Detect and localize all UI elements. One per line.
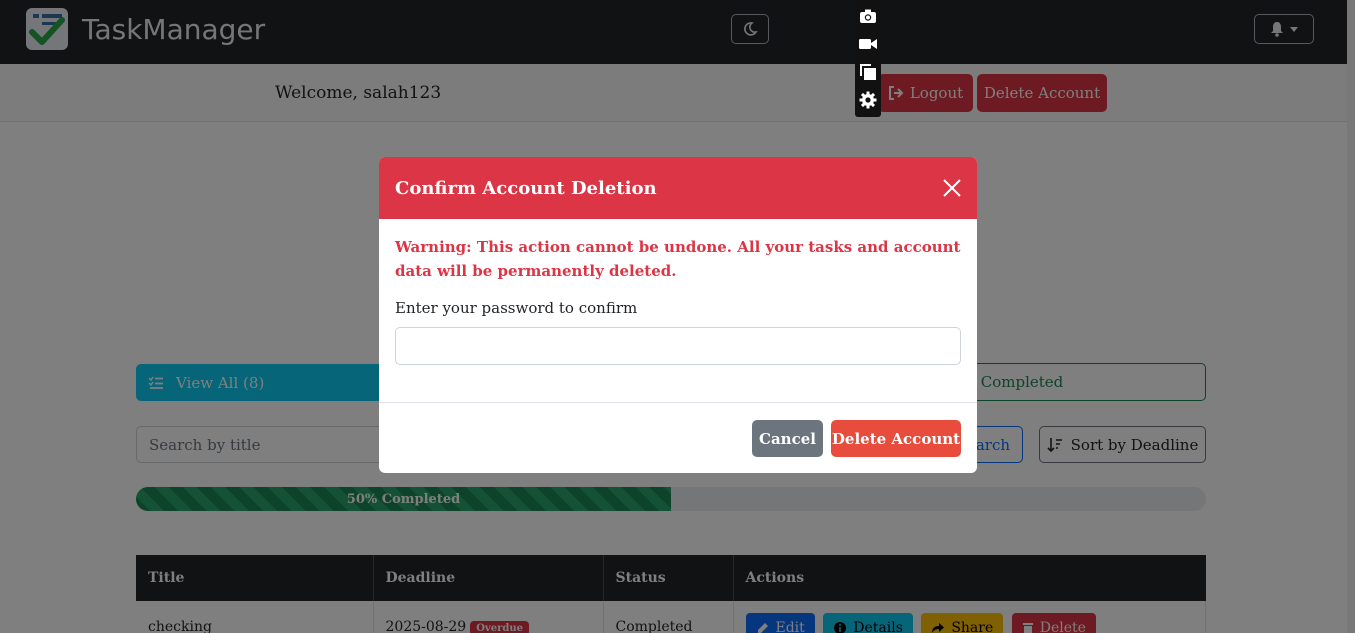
camera-icon[interactable] <box>858 6 878 26</box>
confirm-delete-modal: Confirm Account Deletion Warning: This a… <box>379 157 977 473</box>
copy-icon[interactable] <box>858 62 878 82</box>
video-icon[interactable] <box>858 34 878 54</box>
capture-toolbar <box>855 0 881 117</box>
warning-text: Warning: This action cannot be undone. A… <box>395 238 961 280</box>
confirm-delete-button[interactable]: Delete Account <box>831 420 961 457</box>
cancel-button[interactable]: Cancel <box>752 420 823 457</box>
close-icon[interactable] <box>941 177 963 199</box>
gear-icon[interactable] <box>858 90 878 110</box>
password-field[interactable] <box>395 327 961 365</box>
password-label: Enter your password to confirm <box>395 299 638 317</box>
modal-header: Confirm Account Deletion <box>379 157 977 219</box>
cancel-label: Cancel <box>759 429 816 448</box>
modal-title: Confirm Account Deletion <box>395 177 657 199</box>
modal-body: Warning: This action cannot be undone. A… <box>379 219 977 402</box>
confirm-delete-label: Delete Account <box>831 429 961 448</box>
modal-footer: Cancel Delete Account <box>379 402 977 473</box>
